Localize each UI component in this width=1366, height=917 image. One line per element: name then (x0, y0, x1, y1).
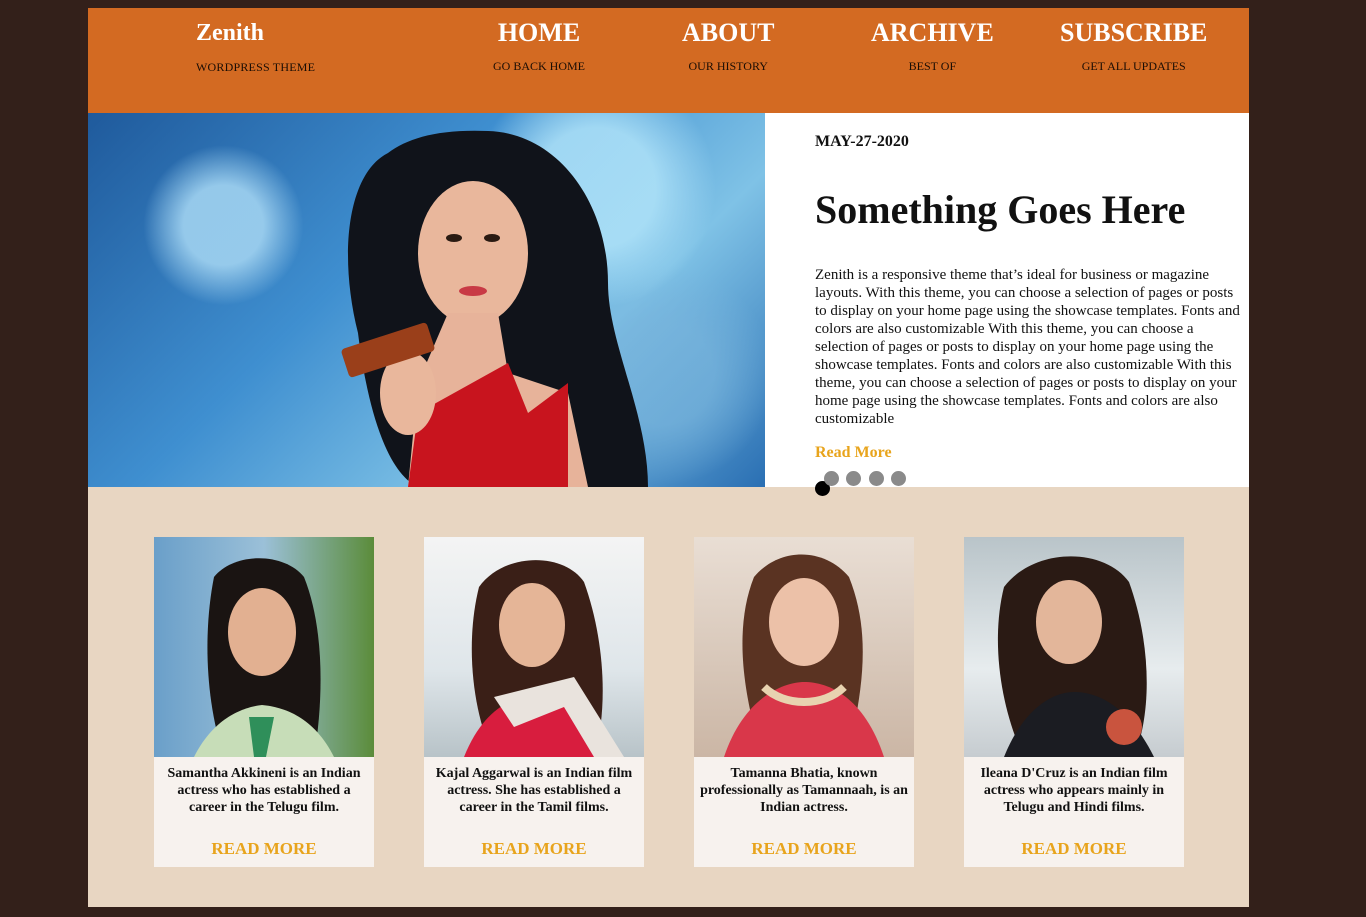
card-portrait-illustration (194, 558, 334, 757)
profile-card: Kajal Aggarwal is an Indian film actress… (424, 537, 644, 867)
card-image (424, 537, 644, 757)
hero-body: Zenith is a responsive theme that’s idea… (815, 267, 1240, 427)
hero-image (88, 113, 765, 487)
card-image (154, 537, 374, 757)
site-header: Zenith WORDPRESS THEME HOME GO BACK HOME… (88, 8, 1249, 113)
hero-title: Something Goes Here (815, 187, 1186, 232)
card-image (694, 537, 914, 757)
card-read-more-link[interactable]: READ MORE (424, 839, 644, 859)
slider-dot-5[interactable] (891, 471, 906, 486)
nav-home-label[interactable]: HOME (493, 16, 585, 50)
nav-subscribe-label[interactable]: SUBSCRIBE (1060, 16, 1207, 50)
nav-subscribe-sub[interactable]: GET ALL UPDATES (1060, 59, 1207, 74)
card-portrait-illustration (464, 560, 624, 757)
nav-about[interactable]: ABOUT OUR HISTORY (682, 16, 774, 74)
card-image (964, 537, 1184, 757)
profile-card: Ileana D'Cruz is an Indian film actress … (964, 537, 1184, 867)
nav-home[interactable]: HOME GO BACK HOME (493, 16, 585, 74)
card-read-more-link[interactable]: READ MORE (154, 839, 374, 859)
card-portrait-illustration (997, 556, 1154, 757)
nav-archive-label[interactable]: ARCHIVE (871, 16, 994, 50)
card-portrait-illustration (724, 554, 884, 757)
nav-archive[interactable]: ARCHIVE BEST OF (871, 16, 994, 74)
nav-about-sub[interactable]: OUR HISTORY (682, 59, 774, 74)
slider-dot-3[interactable] (846, 471, 861, 486)
profile-card: Samantha Akkineni is an Indian actress w… (154, 537, 374, 867)
profile-card: Tamanna Bhatia, known professionally as … (694, 537, 914, 867)
card-description: Kajal Aggarwal is an Indian film actress… (435, 766, 633, 815)
nav-archive-sub[interactable]: BEST OF (871, 59, 994, 74)
nav-home-sub[interactable]: GO BACK HOME (493, 59, 585, 74)
card-description: Ileana D'Cruz is an Indian film actress … (980, 766, 1168, 815)
hero-portrait-illustration (341, 130, 648, 487)
page-container: Zenith WORDPRESS THEME HOME GO BACK HOME… (88, 8, 1249, 907)
brand[interactable]: Zenith WORDPRESS THEME (196, 18, 315, 75)
slider-dot-2[interactable] (824, 471, 839, 486)
hero-read-more-link[interactable]: Read More (815, 444, 892, 462)
site-title[interactable]: Zenith (196, 18, 315, 48)
card-description: Samantha Akkineni is an Indian actress w… (167, 766, 361, 815)
slider-dot-4[interactable] (869, 471, 884, 486)
site-tagline: WORDPRESS THEME (196, 60, 316, 74)
slider-dots (815, 471, 935, 501)
hero-slider: MAY-27-2020 Something Goes Here Zenith i… (88, 113, 1249, 496)
card-read-more-link[interactable]: READ MORE (964, 839, 1184, 859)
nav-subscribe[interactable]: SUBSCRIBE GET ALL UPDATES (1060, 16, 1207, 74)
card-read-more-link[interactable]: READ MORE (694, 839, 914, 859)
hero-date: MAY-27-2020 (815, 133, 909, 150)
card-description: Tamanna Bhatia, known professionally as … (700, 766, 908, 815)
nav-about-label[interactable]: ABOUT (682, 16, 774, 50)
